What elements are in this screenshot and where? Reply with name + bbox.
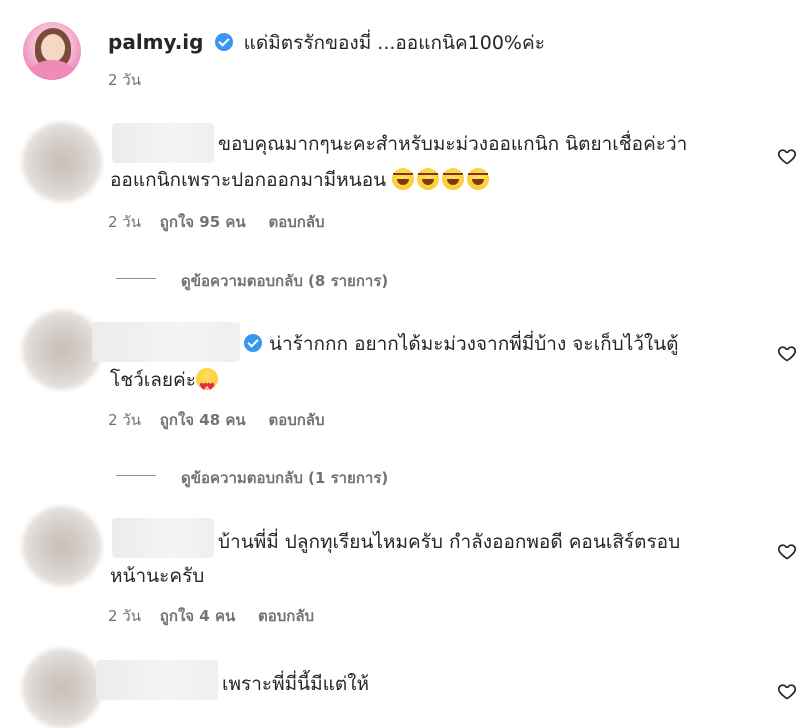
comment-username[interactable] (112, 123, 214, 163)
comment-text-line1: เพราะพี่มี่นี้มีแต่ให้ (222, 673, 370, 695)
comment-time: 2 วัน (108, 607, 141, 625)
comment-text-line2: ออแกนิกเพราะปอกออกมามีหนอน (110, 162, 492, 198)
comment-avatar[interactable] (22, 122, 102, 202)
comment-likes[interactable]: ถูกใจ 48 คน (160, 411, 246, 429)
reply-button[interactable]: ตอบกลับ (258, 607, 314, 625)
view-replies-button[interactable]: ดูข้อความตอบกลับ (8 รายการ) (181, 269, 388, 293)
comment-avatar[interactable] (22, 310, 102, 390)
comment-avatar[interactable] (22, 648, 102, 728)
heart-eyes-emoji (195, 368, 218, 406)
laughing-with-tears-emoji (442, 168, 465, 190)
comment-time: 2 วัน (108, 411, 141, 429)
comment-avatar[interactable] (22, 506, 102, 586)
comment-username[interactable] (92, 322, 240, 362)
view-replies-button[interactable]: ดูข้อความตอบกลับ (1 รายการ) (181, 466, 388, 490)
laughing-with-tears-emoji (467, 168, 490, 190)
caption-text: แด่มิตรรักของมี่ ...ออแกนิค100%ค่ะ (243, 32, 545, 54)
verified-badge-icon (244, 334, 262, 352)
reply-button[interactable]: ตอบกลับ (268, 213, 324, 231)
comment-text-line2: หน้านะครับ (110, 565, 205, 587)
replies-divider (116, 278, 156, 279)
caption-time: 2 วัน (108, 71, 141, 89)
comment-text-line1: น่าร้ากกก อยากได้มะม่วงจากพี่มี่บ้าง จะเ… (269, 333, 679, 355)
reply-button[interactable]: ตอบกลับ (268, 411, 324, 429)
comment-username[interactable] (96, 660, 218, 700)
comment-username[interactable] (112, 518, 214, 558)
comment-meta-row: 2 วัน ถูกใจ 4 คน ตอบกลับ (108, 604, 314, 628)
heart-outline-icon[interactable] (777, 146, 797, 166)
comment-likes[interactable]: ถูกใจ 4 คน (160, 607, 235, 625)
heart-outline-icon[interactable] (777, 541, 797, 561)
verified-badge-icon (214, 33, 233, 51)
comment-meta-row: 2 วัน ถูกใจ 48 คน ตอบกลับ (108, 408, 325, 432)
comment-time: 2 วัน (108, 213, 141, 231)
laughing-with-tears-emoji (392, 168, 415, 190)
replies-divider (116, 475, 156, 476)
caption-row: palmy.ig แด่มิตรรักของมี่ ...ออแกนิค100%… (108, 28, 545, 58)
comment-meta-row: 2 วัน ถูกใจ 95 คน ตอบกลับ (108, 210, 325, 234)
comment-likes[interactable]: ถูกใจ 95 คน (160, 213, 246, 231)
comment-text-line2: โชว์เลยค่ะ (110, 362, 221, 406)
heart-outline-icon[interactable] (777, 343, 797, 363)
comment-text-line1: ขอบคุณมากๆนะคะสำหรับมะม่วงออแกนิก นิตยาเ… (218, 133, 688, 155)
caption-avatar[interactable] (23, 22, 81, 80)
comment-text-line1: บ้านพี่มี่ ปลูกทุเรียนไหมครับ กำลังออกพอ… (218, 531, 681, 553)
laughing-with-tears-emoji (417, 168, 440, 190)
heart-outline-icon[interactable] (777, 681, 797, 701)
caption-username[interactable]: palmy.ig (108, 30, 203, 54)
